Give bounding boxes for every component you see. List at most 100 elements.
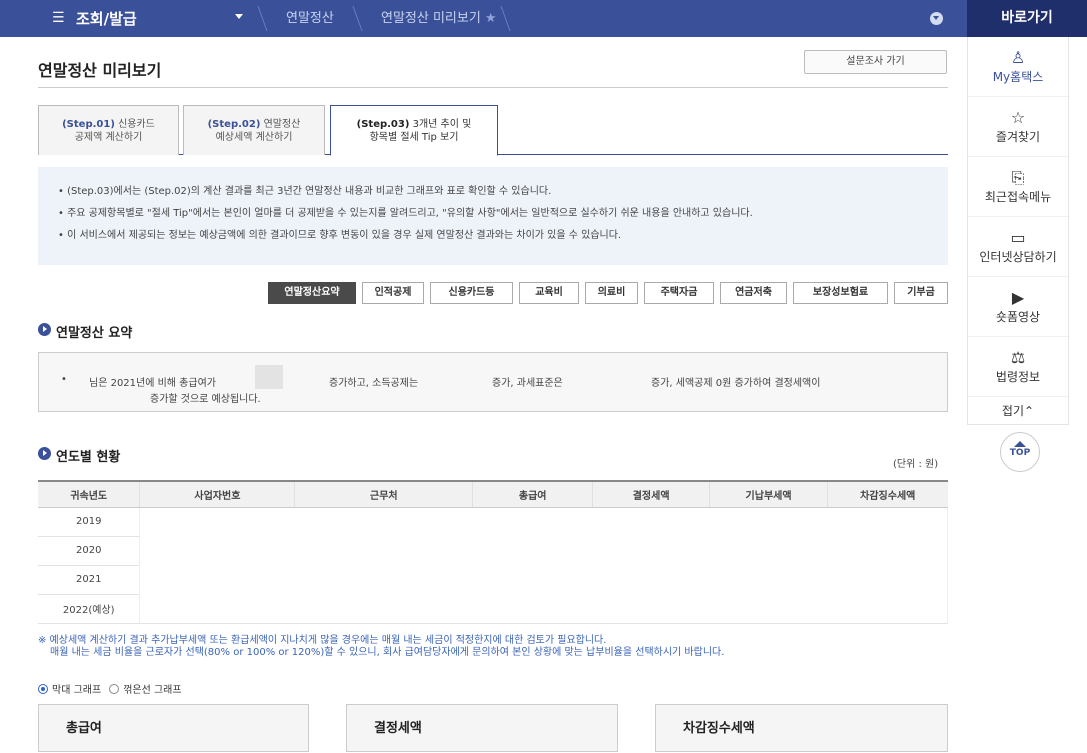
sidebar-item-label: 최근접속메뉴 (984, 190, 1052, 204)
summary-box: • 님은 2021년에 비해 총급여가 증가하고, 소득공제는 증가, 과세표준… (38, 352, 948, 412)
yearly-heading: 연도별 현황 (38, 446, 120, 465)
radio-line-graph[interactable] (109, 683, 120, 694)
masked-value (255, 365, 283, 389)
btn-insurance[interactable]: 보장성보험료 (793, 282, 888, 304)
masked-table-area (139, 507, 948, 624)
scroll-top-button[interactable]: TOP (1000, 432, 1040, 472)
btn-medical[interactable]: 의료비 (585, 282, 638, 304)
column-header: 기납부세액 (709, 480, 828, 508)
sidebar-item-label: 즐겨찾기 (995, 130, 1041, 144)
scroll-top-label: TOP (1009, 448, 1031, 458)
quick-links-title: 바로가기 (967, 0, 1087, 37)
summary-bullet: • (61, 374, 67, 385)
summary-text: 증가하고, 소득공제는 (329, 378, 419, 389)
title-divider (38, 87, 948, 88)
btn-housing[interactable]: 주택자금 (644, 282, 714, 304)
breadcrumb-preview-label: 연말정산 미리보기 (381, 11, 481, 26)
year-cell: 2021 (38, 565, 140, 595)
yearly-title: 연도별 현황 (56, 450, 121, 465)
radio-line-label[interactable]: 꺾은선 그래프 (123, 681, 181, 696)
tab-step-number: (Step.03) (356, 119, 410, 130)
menu-dropdown[interactable]: ☰ 조회/발급 (0, 0, 262, 37)
graph-card-collected-tax: 차감징수세액 (655, 704, 948, 752)
column-header: 귀속년도 (38, 480, 140, 508)
notice-line: ※ 예상세액 계산하기 결과 추가납부세액 또는 환급세액이 지나치게 많을 경… (38, 635, 607, 646)
star-icon: ☆ (1010, 108, 1026, 127)
fold-button[interactable]: 접기⌃ (968, 397, 1068, 425)
sidebar-item-label: My홈택스 (992, 70, 1044, 84)
summary-text: 증가, 과세표준은 (492, 378, 563, 389)
tab-line2: 예상세액 계산하기 (215, 132, 293, 143)
tab-line1: 연말정산 (263, 119, 301, 130)
breadcrumb-separator (352, 6, 363, 31)
tab-step-number: (Step.01) (62, 119, 115, 130)
info-line: • 주요 공제항목별로 "절세 Tip"에서는 본인이 얼마를 더 공제받을 수… (58, 208, 753, 219)
table-row: 2019 (38, 507, 948, 624)
btn-education[interactable]: 교육비 (519, 282, 579, 304)
tab-step-02[interactable]: (Step.02) 연말정산 예상세액 계산하기 (183, 105, 325, 155)
info-box: • (Step.03)에서는 (Step.02)의 계산 결과를 최근 3년간 … (38, 167, 948, 265)
step-tabs: (Step.01) 신용카드 공제액 계산하기 (Step.02) 연말정산 예… (38, 105, 948, 156)
sidebar-item-label: 인터넷상담하기 (979, 250, 1057, 264)
btn-personal-deduction[interactable]: 인적공제 (362, 282, 424, 304)
page-title: 연말정산 미리보기 (38, 61, 162, 80)
tab-line2: 공제액 계산하기 (74, 132, 143, 143)
btn-pension[interactable]: 연금저축 (720, 282, 787, 304)
arrow-up-icon (1014, 441, 1026, 447)
unit-label: (단위 : 원) (893, 459, 939, 470)
caret-down-icon (235, 14, 243, 19)
favorite-star-icon[interactable]: ★ (485, 11, 497, 26)
column-header: 근무처 (294, 480, 473, 508)
btn-donation[interactable]: 기부금 (894, 282, 948, 304)
sidebar-item-myhometax[interactable]: ♙ My홈택스 (968, 37, 1068, 97)
tab-step-number: (Step.02) (207, 119, 261, 130)
graph-type-radios: 막대 그래프 꺾은선 그래프 (38, 681, 182, 696)
expand-icon[interactable] (930, 12, 943, 25)
quick-links-sidebar: 바로가기 ♙ My홈택스 ☆ 즐겨찾기 ⎘ 최근접속메뉴 ▭ 인터넷상담하기 ▶ 숏폼영상… (967, 0, 1087, 752)
column-header: 총급여 (472, 480, 593, 508)
breadcrumb-preview[interactable]: 연말정산 미리보기 ★ (367, 0, 510, 37)
person-icon: ♙ (1010, 48, 1026, 67)
btn-credit-card[interactable]: 신용카드등 (430, 282, 513, 304)
graph-cards: 총급여 결정세액 차감징수세액 (38, 704, 948, 752)
tab-line1: 신용카드 (118, 119, 155, 130)
tab-step-01[interactable]: (Step.01) 신용카드 공제액 계산하기 (38, 105, 179, 155)
quick-links-panel: ♙ My홈택스 ☆ 즐겨찾기 ⎘ 최근접속메뉴 ▭ 인터넷상담하기 ▶ 숏폼영상 ⚖ 법령정… (967, 37, 1069, 425)
breadcrumb-year-end[interactable]: 연말정산 (272, 0, 348, 37)
notice-line: 매월 내는 세금 비율을 근로자가 선택(80% or 100% or 120%… (50, 647, 725, 658)
table-header-row: 귀속년도 사업자번호 근무처 총급여 결정세액 기납부세액 차감징수세액 (38, 480, 948, 508)
yearly-table: 귀속년도 사업자번호 근무처 총급여 결정세액 기납부세액 차감징수세액 201… (38, 480, 948, 624)
sidebar-item-shortform[interactable]: ▶ 숏폼영상 (968, 277, 1068, 337)
top-nav-bar: ☰ 조회/발급 연말정산 연말정산 미리보기 ★ (0, 0, 967, 37)
sidebar-item-label: 숏폼영상 (995, 310, 1041, 324)
notice-text: ※ 예상세액 계산하기 결과 추가납부세액 또는 환급세액이 지나치게 많을 경… (38, 635, 724, 659)
play-icon: ▶ (1011, 288, 1025, 307)
tab-line1: 3개년 추이 및 (412, 119, 472, 130)
summary-text: 님은 2021년에 비해 총급여가 (89, 378, 216, 389)
summary-text: 증가, 세액공제 0원 증가하여 결정세액이 (651, 378, 821, 389)
graph-card-total-salary: 총급여 (38, 704, 309, 752)
sidebar-item-favorites[interactable]: ☆ 즐겨찾기 (968, 97, 1068, 157)
graph-card-determined-tax: 결정세액 (346, 704, 618, 752)
year-cell: 2020 (38, 536, 140, 566)
tab-step-03[interactable]: (Step.03) 3개년 추이 및 항목별 절세 Tip 보기 (330, 105, 498, 156)
radio-bar-label[interactable]: 막대 그래프 (52, 681, 101, 696)
summary-text: 증가할 것으로 예상됩니다. (150, 394, 261, 405)
recent-icon: ⎘ (1011, 168, 1025, 187)
hamburger-icon: ☰ (52, 10, 65, 26)
survey-button[interactable]: 설문조사 가기 (804, 50, 947, 74)
sidebar-item-law[interactable]: ⚖ 법령정보 (968, 337, 1068, 397)
sidebar-item-recent[interactable]: ⎘ 최근접속메뉴 (968, 157, 1068, 217)
sidebar-item-consult[interactable]: ▭ 인터넷상담하기 (968, 217, 1068, 277)
radio-bar-graph[interactable] (38, 683, 48, 694)
menu-title: 조회/발급 (76, 10, 137, 28)
tab-line2: 항목별 절세 Tip 보기 (369, 132, 459, 143)
column-header: 차감징수세액 (827, 480, 948, 508)
info-line: • 이 서비스에서 제공되는 정보는 예상금액에 의한 결과이므로 향후 변동이… (58, 230, 622, 241)
info-line: • (Step.03)에서는 (Step.02)의 계산 결과를 최근 3년간 … (58, 186, 552, 197)
monitor-icon: ▭ (1010, 228, 1026, 247)
btn-summary[interactable]: 연말정산요약 (268, 282, 356, 304)
summary-title: 연말정산 요약 (56, 326, 133, 341)
gavel-icon: ⚖ (1010, 348, 1026, 367)
sidebar-item-label: 법령정보 (995, 370, 1041, 384)
